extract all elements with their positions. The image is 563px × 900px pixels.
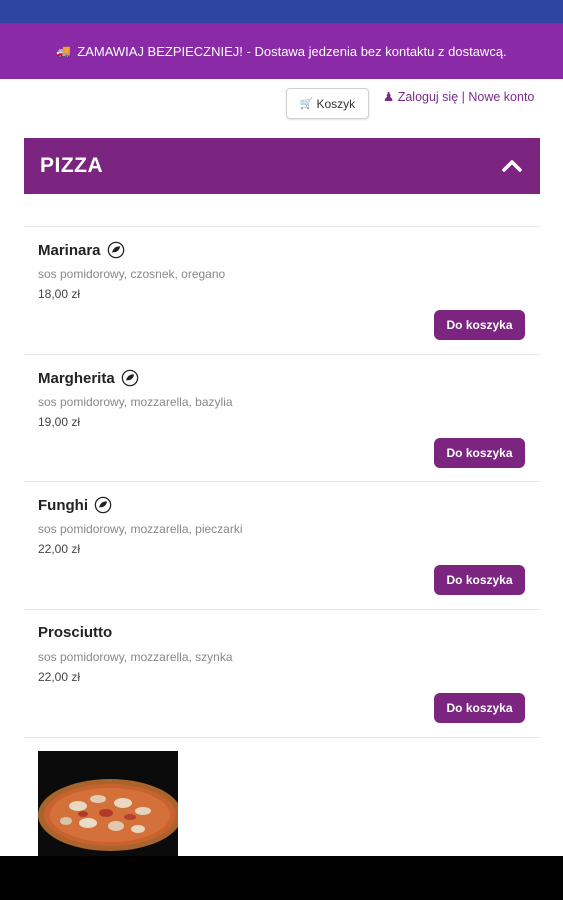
item-description: sos pomidorowy, mozzarella, szynka bbox=[38, 650, 233, 664]
item-name: Marinara bbox=[38, 241, 101, 259]
menu-item: Margherita sos pomidorowy, mozzarella, b… bbox=[24, 354, 540, 482]
banner-text: ZAMAWIAJ BEZPIECZNIEJ! - Dostawa jedzeni… bbox=[77, 43, 507, 59]
item-name: Funghi bbox=[38, 496, 88, 514]
pizza-image bbox=[38, 751, 178, 856]
item-description: sos pomidorowy, czosnek, oregano bbox=[38, 267, 226, 281]
item-price: 22,00 zł bbox=[38, 670, 81, 684]
vegetarian-leaf-icon bbox=[94, 496, 112, 514]
divider bbox=[24, 737, 540, 738]
section-title: PIZZA bbox=[40, 154, 104, 177]
item-name-row: Prosciutto bbox=[38, 624, 112, 641]
item-description: sos pomidorowy, mozzarella, pieczarki bbox=[38, 522, 243, 536]
safety-banner: 🚚 ZAMAWIAJ BEZPIECZNIEJ! - Dostawa jedze… bbox=[0, 23, 563, 79]
menu-item: Marinara sos pomidorowy, czosnek, oregan… bbox=[24, 226, 540, 354]
menu-item: Funghi sos pomidorowy, mozzarella, piecz… bbox=[24, 481, 540, 609]
item-price: 22,00 zł bbox=[38, 542, 81, 556]
item-name-row: Funghi bbox=[38, 496, 112, 514]
login-link[interactable]: Zaloguj się bbox=[398, 90, 458, 104]
cart-button[interactable]: 🛒 Koszyk bbox=[286, 88, 369, 119]
item-name: Margherita bbox=[38, 369, 115, 387]
add-to-cart-button[interactable]: Do koszyka bbox=[434, 310, 525, 340]
navigation-bar bbox=[0, 856, 563, 900]
item-name-row: Margherita bbox=[38, 369, 139, 387]
item-name: Prosciutto bbox=[38, 624, 113, 641]
add-to-cart-button[interactable]: Do koszyka bbox=[434, 438, 525, 468]
pizza-photo bbox=[38, 751, 178, 856]
account-separator: | bbox=[461, 90, 465, 104]
status-bar bbox=[0, 0, 563, 23]
item-price: 19,00 zł bbox=[38, 415, 81, 429]
item-name-row: Marinara bbox=[38, 241, 125, 259]
truck-icon: 🚚 bbox=[56, 44, 72, 58]
menu-item: Prosciutto sos pomidorowy, mozzarella, s… bbox=[24, 609, 540, 737]
item-price: 18,00 zł bbox=[38, 287, 81, 301]
add-to-cart-button[interactable]: Do koszyka bbox=[434, 565, 525, 595]
register-link[interactable]: Nowe konto bbox=[468, 90, 534, 104]
add-to-cart-button[interactable]: Do koszyka bbox=[434, 693, 525, 723]
user-icon: ♟ bbox=[383, 90, 395, 104]
chevron-up-icon[interactable] bbox=[500, 154, 524, 178]
vegetarian-leaf-icon bbox=[121, 369, 138, 387]
account-links: ♟ Zaloguj się | Nowe konto bbox=[383, 89, 534, 104]
cart-label: Koszyk bbox=[316, 96, 356, 111]
pizza-section-header[interactable]: PIZZA bbox=[24, 138, 540, 194]
shopping-cart-icon: 🛒 bbox=[299, 98, 314, 110]
item-description: sos pomidorowy, mozzarella, bazylia bbox=[38, 395, 233, 409]
vegetarian-leaf-icon bbox=[107, 241, 124, 259]
